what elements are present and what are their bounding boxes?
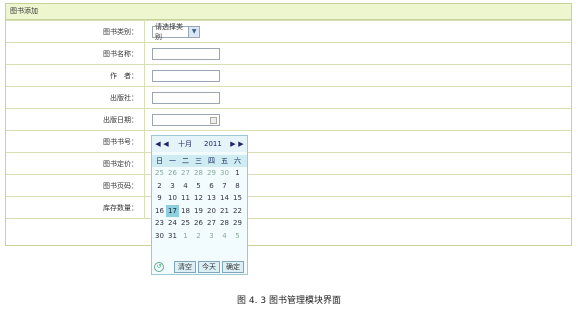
calendar-day[interactable]: 28 [218, 217, 231, 230]
row-pages: 图书页码： [6, 174, 571, 197]
publisher-input[interactable] [152, 92, 220, 104]
calendar-day[interactable]: 7 [218, 180, 231, 193]
price-label: 图书定价： [6, 153, 145, 175]
calendar-day[interactable]: 18 [179, 205, 192, 218]
calendar-footer: ↺ 清空 今天 确定 [152, 260, 247, 274]
row-submit [6, 218, 571, 246]
calendar-day[interactable]: 14 [218, 192, 231, 205]
prev-year-icon[interactable]: ◀ [154, 140, 162, 148]
calendar-day[interactable]: 23 [153, 217, 166, 230]
calendar-year[interactable]: 2011 [204, 140, 222, 148]
calendar-day[interactable]: 19 [192, 205, 205, 218]
calendar-day[interactable]: 3 [205, 230, 218, 243]
calendar-day[interactable]: 8 [231, 180, 244, 193]
figure-caption: 图 4. 3 图书管理模块界面 [237, 296, 341, 306]
calendar-day[interactable]: 26 [192, 217, 205, 230]
calendar-day[interactable]: 1 [179, 230, 192, 243]
panel-title: 图书添加 [6, 4, 571, 20]
calendar-day[interactable]: 15 [231, 192, 244, 205]
row-isbn: 图书书号： [6, 130, 571, 153]
calendar-day[interactable]: 31 [166, 230, 179, 243]
calendar-day[interactable]: 25 [153, 167, 166, 180]
book-add-panel: 图书添加 图书类别： 请选择类别 ▼ 图书名称： 作 者： 出版社： 出版日期：… [5, 3, 572, 246]
calendar-day[interactable]: 30 [153, 230, 166, 243]
calendar-day[interactable]: 11 [179, 192, 192, 205]
category-value: 请选择类别 [155, 23, 183, 41]
calendar-day[interactable]: 16 [153, 205, 166, 218]
today-button[interactable]: 今天 [198, 261, 220, 273]
calendar-day[interactable]: 22 [231, 205, 244, 218]
weekday-header: 日 一 二 三 四 五 六 [152, 155, 247, 167]
next-year-icon[interactable]: ▶ [237, 140, 245, 148]
clear-button[interactable]: 清空 [174, 261, 196, 273]
isbn-label: 图书书号： [6, 131, 145, 153]
calendar-month[interactable]: 十月 [178, 139, 192, 149]
refresh-icon[interactable]: ↺ [154, 262, 164, 272]
weekday-label: 五 [221, 157, 228, 165]
calendar-icon[interactable] [210, 117, 217, 124]
calendar-day[interactable]: 2 [192, 230, 205, 243]
date-picker: ◀ ◀ 十月 2011 ▶ ▶ 日 一 二 三 四 五 六 25 26 27 28 29… [151, 135, 248, 275]
author-label: 作 者： [6, 65, 145, 87]
row-stock: 库存数量： [6, 196, 571, 219]
calendar-day[interactable]: 24 [166, 217, 179, 230]
calendar-days: 25 26 27 28 29 30 1 2 3 4 5 6 7 8 9 10 11 12 13 14 15 16 17 18 1… [152, 167, 247, 242]
calendar-day[interactable]: 9 [153, 192, 166, 205]
calendar-day[interactable]: 27 [179, 167, 192, 180]
weekday-label: 日 [156, 157, 163, 165]
calendar-day[interactable]: 2 [153, 180, 166, 193]
row-pubdate: 出版日期： [6, 108, 571, 131]
calendar-day[interactable]: 13 [205, 192, 218, 205]
calendar-header: ◀ ◀ 十月 2011 ▶ ▶ [152, 136, 247, 152]
prev-month-icon[interactable]: ◀ [162, 140, 170, 148]
pages-label: 图书页码： [6, 175, 145, 197]
weekday-label: 六 [234, 157, 241, 165]
ok-button[interactable]: 确定 [222, 261, 244, 273]
calendar-day[interactable]: 26 [166, 167, 179, 180]
calendar-day[interactable]: 25 [179, 217, 192, 230]
category-label: 图书类别： [6, 21, 145, 43]
pubdate-label: 出版日期： [6, 109, 145, 131]
author-input[interactable] [152, 70, 220, 82]
chevron-down-icon[interactable]: ▼ [188, 27, 199, 37]
name-input[interactable] [152, 48, 220, 60]
calendar-day[interactable]: 27 [205, 217, 218, 230]
calendar-day[interactable]: 17 [166, 204, 179, 217]
calendar-day[interactable]: 3 [166, 180, 179, 193]
weekday-label: 一 [169, 157, 176, 165]
category-select[interactable]: 请选择类别 ▼ [152, 23, 200, 41]
row-author: 作 者： [6, 64, 571, 87]
calendar-day[interactable]: 20 [205, 205, 218, 218]
row-publisher: 出版社： [6, 86, 571, 109]
calendar-day[interactable]: 29 [231, 217, 244, 230]
calendar-day[interactable]: 5 [231, 230, 244, 243]
calendar-day[interactable]: 21 [218, 205, 231, 218]
row-price: 图书定价： [6, 152, 571, 175]
row-name: 图书名称： [6, 42, 571, 65]
weekday-label: 三 [195, 157, 202, 165]
stock-label: 库存数量： [6, 197, 145, 219]
calendar-day[interactable]: 1 [231, 167, 244, 180]
next-month-icon[interactable]: ▶ [229, 140, 237, 148]
calendar-day[interactable]: 29 [205, 167, 218, 180]
calendar-day[interactable]: 12 [192, 192, 205, 205]
calendar-day[interactable]: 4 [218, 230, 231, 243]
pubdate-input[interactable] [152, 114, 220, 126]
name-label: 图书名称： [6, 43, 145, 65]
calendar-day[interactable]: 10 [166, 192, 179, 205]
weekday-label: 四 [208, 157, 215, 165]
weekday-label: 二 [182, 157, 189, 165]
calendar-day[interactable]: 4 [179, 180, 192, 193]
publisher-label: 出版社： [6, 87, 145, 109]
calendar-day[interactable]: 30 [218, 167, 231, 180]
row-category: 图书类别： 请选择类别 ▼ [6, 20, 571, 43]
calendar-day[interactable]: 5 [192, 180, 205, 193]
calendar-day[interactable]: 28 [192, 167, 205, 180]
calendar-day[interactable]: 6 [205, 180, 218, 193]
